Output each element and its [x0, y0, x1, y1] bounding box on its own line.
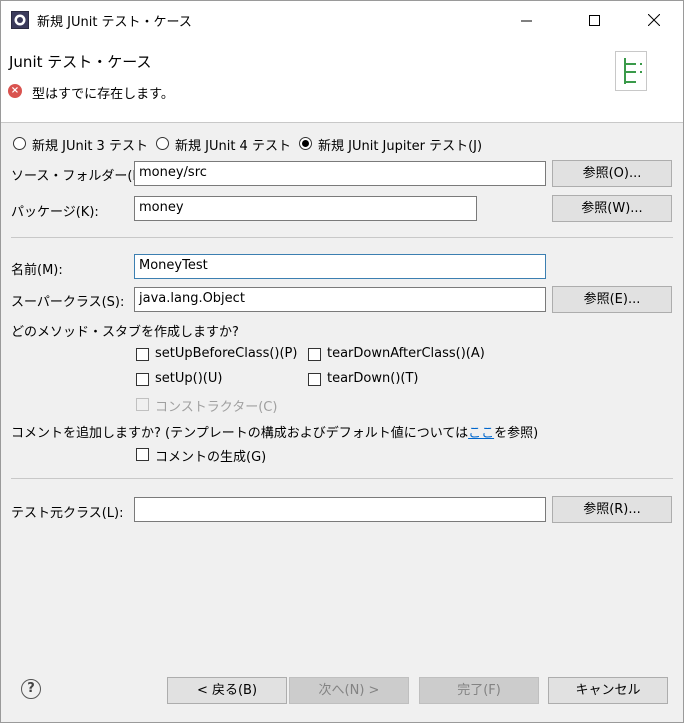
help-icon[interactable]: ? — [21, 679, 41, 699]
template-link[interactable]: ここ — [468, 426, 494, 441]
close-icon — [648, 14, 660, 26]
generate-comments-label: コメントの生成(G) — [155, 450, 267, 465]
source-folder-input[interactable]: money/src — [134, 161, 546, 186]
error-message: 型はすでに存在します。 — [32, 87, 174, 102]
setup-before-class-label: setUpBeforeClass()(P) — [155, 346, 298, 361]
maximize-icon — [588, 14, 600, 26]
setup-before-class-checkbox[interactable] — [136, 348, 149, 361]
comments-question: コメントを追加しますか? (テンプレートの構成およびデフォルト値についてはここを… — [11, 422, 538, 441]
setup-label: setUp()(U) — [155, 371, 223, 386]
separator — [11, 478, 673, 479]
next-button[interactable]: 次へ(N) > — [289, 677, 409, 704]
package-input[interactable]: money — [134, 196, 477, 221]
minimize-button[interactable] — [503, 1, 549, 39]
comments-question-post: を参照) — [494, 426, 539, 441]
radio-junit3[interactable] — [13, 137, 26, 150]
name-input[interactable]: MoneyTest — [134, 254, 546, 279]
back-button[interactable]: < 戻る(B) — [167, 677, 287, 704]
superclass-input[interactable]: java.lang.Object — [134, 287, 546, 312]
title-bar: 新規 JUnit テスト・ケース — [1, 1, 683, 39]
close-button[interactable] — [631, 1, 677, 39]
source-folder-browse-button[interactable]: 参照(O)... — [552, 160, 672, 187]
superclass-browse-button[interactable]: 参照(E)... — [552, 286, 672, 313]
constructor-checkbox[interactable] — [136, 398, 149, 411]
radio-junit3-label: 新規 JUnit 3 テスト — [32, 139, 148, 154]
teardown-checkbox[interactable] — [308, 373, 321, 386]
setup-checkbox[interactable] — [136, 373, 149, 386]
superclass-label: スーパークラス(S): — [11, 295, 125, 310]
package-label: パッケージ(K): — [11, 205, 99, 220]
comments-question-pre: コメントを追加しますか? (テンプレートの構成およびデフォルト値については — [11, 426, 469, 441]
maximize-button[interactable] — [571, 1, 617, 39]
radio-junit4-label: 新規 JUnit 4 テスト — [175, 139, 291, 154]
teardown-after-class-label: tearDownAfterClass()(A) — [327, 346, 485, 361]
teardown-after-class-checkbox[interactable] — [308, 348, 321, 361]
class-under-test-input[interactable] — [134, 497, 546, 522]
error-icon: × — [8, 84, 22, 98]
separator — [11, 237, 673, 238]
generate-comments-checkbox[interactable] — [136, 448, 149, 461]
stubs-question: どのメソッド・スタブを作成しますか? — [11, 325, 239, 340]
wizard-header: Junit テスト・ケース × 型はすでに存在します。 — [1, 39, 683, 123]
class-under-test-label: テスト元クラス(L): — [11, 506, 124, 521]
radio-junit-jupiter[interactable] — [299, 137, 312, 150]
constructor-label: コンストラクター(C) — [155, 400, 278, 415]
eclipse-app-icon — [11, 11, 29, 29]
name-label: 名前(M): — [11, 263, 63, 278]
wizard-title: Junit テスト・ケース — [9, 53, 152, 71]
window-title: 新規 JUnit テスト・ケース — [37, 15, 192, 30]
radio-junit-jupiter-label: 新規 JUnit Jupiter テスト(J) — [318, 139, 483, 154]
junit-banner-icon — [615, 51, 647, 91]
source-folder-label: ソース・フォルダー(D): — [11, 169, 152, 184]
minimize-icon — [520, 20, 532, 21]
cancel-button[interactable]: キャンセル — [548, 677, 668, 704]
finish-button[interactable]: 完了(F) — [419, 677, 539, 704]
radio-junit4[interactable] — [156, 137, 169, 150]
package-browse-button[interactable]: 参照(W)... — [552, 195, 672, 222]
dialog-window: 新規 JUnit テスト・ケース Junit テスト・ケース × 型はすでに存在… — [0, 0, 684, 723]
class-under-test-browse-button[interactable]: 参照(R)... — [552, 496, 672, 523]
teardown-label: tearDown()(T) — [327, 371, 419, 386]
